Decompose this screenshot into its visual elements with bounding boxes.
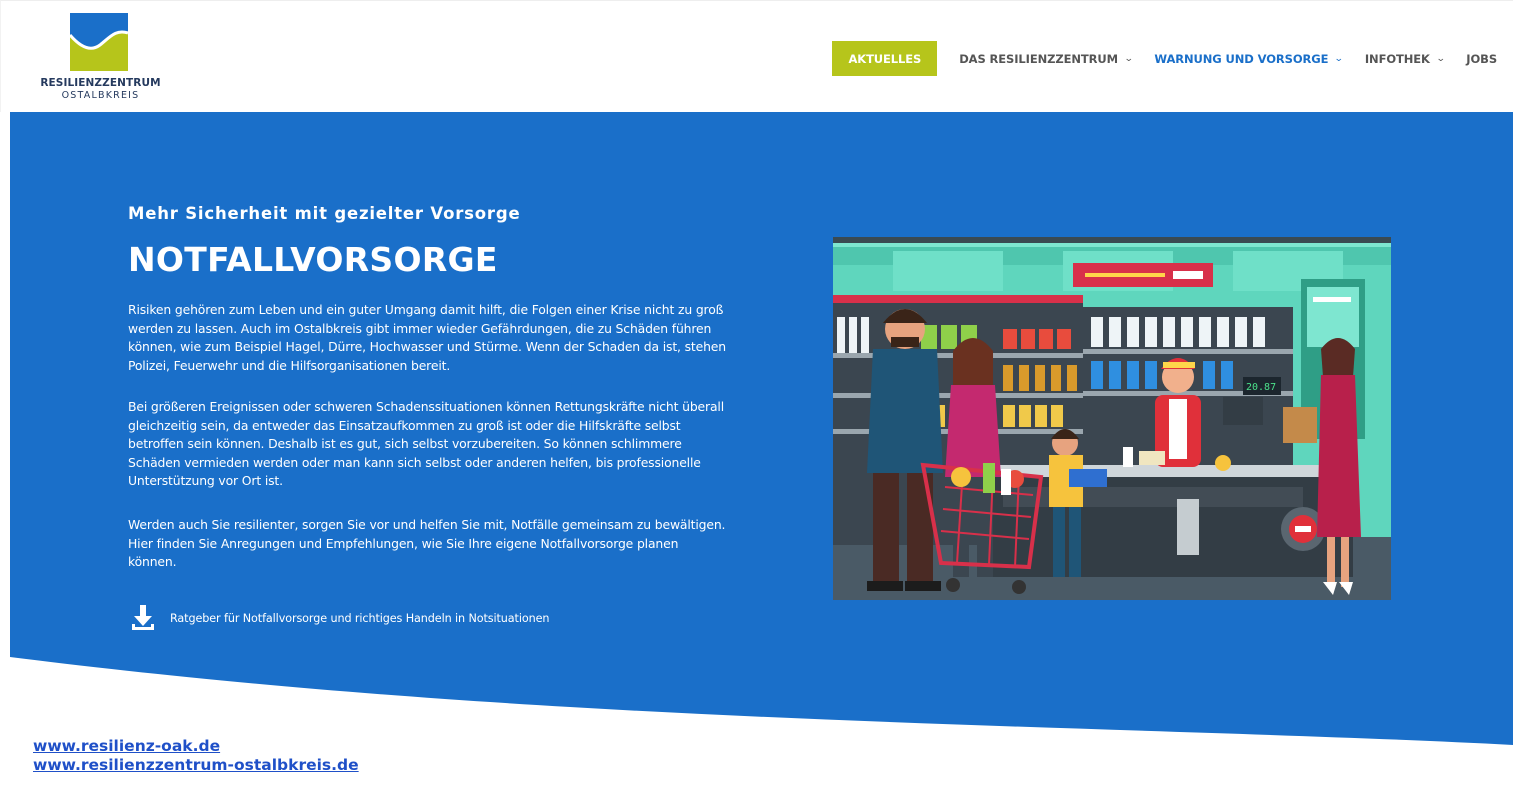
download-link-label: Ratgeber für Notfallvorsorge und richtig… bbox=[170, 611, 550, 625]
site-logo[interactable]: RESILIENZZENTRUM OSTALBKREIS bbox=[38, 13, 163, 103]
nav-item-label: DAS RESILIENZZENTRUM bbox=[959, 51, 1118, 66]
chevron-down-icon: ⌄ bbox=[1123, 53, 1134, 64]
logo-name: RESILIENZZENTRUM bbox=[40, 77, 161, 89]
nav-item-label: WARNUNG UND VORSORGE bbox=[1154, 51, 1329, 66]
download-link[interactable]: Ratgeber für Notfallvorsorge und richtig… bbox=[128, 603, 549, 633]
hero-subtitle: Mehr Sicherheit mit gezielter Vorsorge bbox=[128, 204, 521, 223]
download-icon bbox=[132, 605, 154, 630]
hero-paragraph: Risiken gehören zum Leben und ein guter … bbox=[128, 302, 726, 373]
main-nav: AKTUELLES DAS RESILIENZZENTRUM ⌄ WARNUNG… bbox=[832, 41, 1497, 76]
nav-item-warnung-und-vorsorge[interactable]: WARNUNG UND VORSORGE ⌄ bbox=[1154, 41, 1344, 76]
page-title: NOTFALLVORSORGE bbox=[128, 240, 498, 279]
chevron-down-icon: ⌄ bbox=[1435, 53, 1446, 64]
nav-item-infothek[interactable]: INFOTHEK ⌄ bbox=[1364, 41, 1446, 76]
supermarket-illustration: 20.87 bbox=[833, 237, 1391, 600]
footer-link[interactable]: www.resilienz-oak.de bbox=[33, 737, 359, 756]
nav-item-jobs[interactable]: JOBS bbox=[1466, 41, 1497, 76]
nav-item-label: JOBS bbox=[1466, 51, 1497, 66]
logo-mark-icon bbox=[70, 13, 128, 71]
supermarket-scene-image: 20.87 bbox=[833, 237, 1391, 600]
register-display: 20.87 bbox=[1246, 382, 1276, 393]
footer-link[interactable]: www.resilienzzentrum-ostalbkreis.de bbox=[33, 756, 359, 775]
footer-links: www.resilienz-oak.de www.resilienzzentru… bbox=[33, 737, 359, 775]
nav-item-label: INFOTHEK bbox=[1364, 51, 1430, 66]
logo-subname: OSTALBKREIS bbox=[61, 90, 140, 101]
chevron-down-icon: ⌄ bbox=[1334, 53, 1344, 64]
nav-item-label: AKTUELLES bbox=[848, 51, 922, 66]
hero-paragraph: Bei größeren Ereignissen oder schweren S… bbox=[128, 399, 724, 488]
nav-item-das-resilienzzentrum[interactable]: DAS RESILIENZZENTRUM ⌄ bbox=[959, 41, 1134, 76]
site-header: RESILIENZZENTRUM OSTALBKREIS AKTUELLES D… bbox=[0, 0, 1513, 112]
hero-paragraph: Werden auch Sie resilienter, sorgen Sie … bbox=[128, 517, 726, 569]
nav-item-aktuelles[interactable]: AKTUELLES bbox=[832, 41, 938, 76]
